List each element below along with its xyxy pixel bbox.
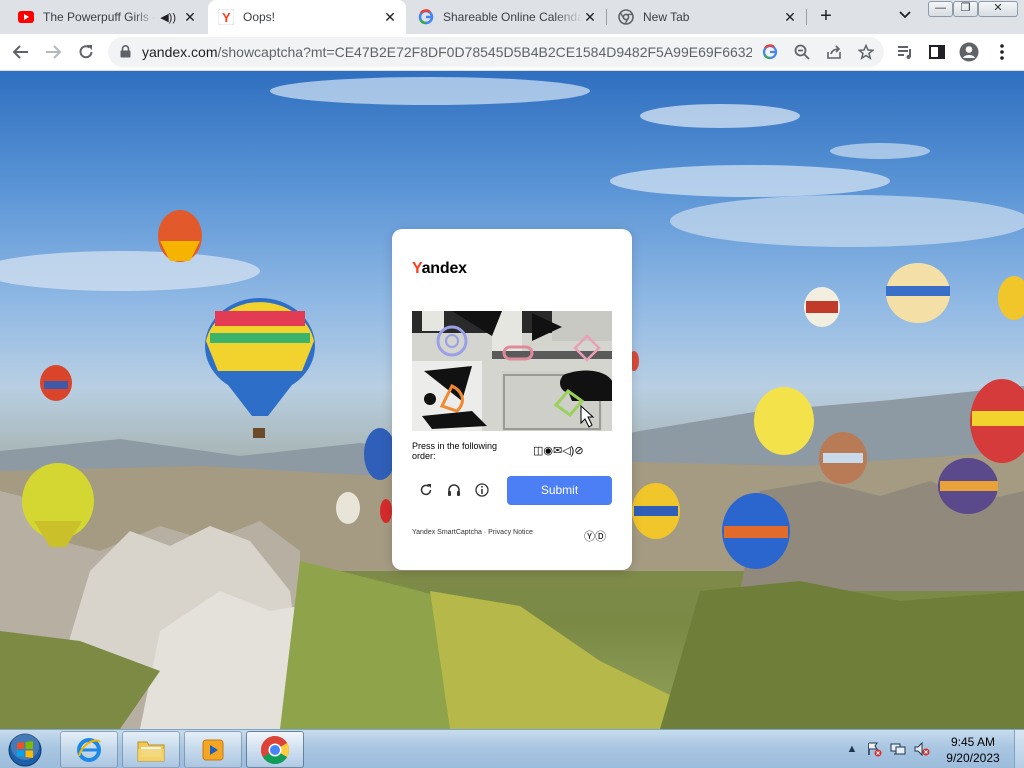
captcha-puzzle-image[interactable] — [412, 311, 612, 431]
google-icon — [418, 9, 434, 25]
arrow-right-icon — [46, 45, 62, 59]
tab-separator — [606, 9, 607, 25]
tab-search-button[interactable] — [894, 7, 916, 27]
submit-button[interactable]: Submit — [507, 476, 612, 505]
audio-captcha-button[interactable] — [444, 480, 464, 500]
close-window-button[interactable]: ✕ — [978, 1, 1018, 17]
chrome-icon — [618, 9, 634, 25]
yandex-icon: Y — [218, 9, 234, 25]
taskbar-internet-explorer[interactable] — [60, 731, 118, 768]
tab-title: The Powerpuff Girls - — [43, 10, 157, 24]
yandex-badge-icon: ⓎⒹ — [584, 531, 606, 543]
close-tab-icon[interactable]: ✕ — [182, 9, 198, 25]
avatar-icon — [959, 42, 979, 62]
chevron-down-icon — [899, 11, 911, 19]
taskbar-media-player[interactable] — [184, 731, 242, 768]
lock-icon[interactable] — [120, 45, 131, 63]
reload-button[interactable] — [74, 40, 98, 64]
volume-muted-icon[interactable] — [914, 741, 930, 757]
taskbar-clock[interactable]: 9:45 AM 9/20/2023 — [936, 734, 1010, 766]
side-panel-icon — [929, 45, 945, 59]
internet-explorer-icon — [77, 737, 101, 762]
url-path: /showcaptcha?mt=CE47B2E72F8DF0D78545D5B4… — [217, 44, 752, 60]
action-center-icon[interactable] — [866, 741, 882, 757]
media-control-button[interactable] — [893, 40, 917, 64]
tab-oops[interactable]: Y Oops! ✕ — [208, 0, 406, 34]
clock-time: 9:45 AM — [950, 735, 996, 749]
menu-button[interactable] — [990, 40, 1014, 64]
tab-separator — [806, 9, 807, 25]
tab-title: Oops! — [243, 10, 276, 24]
restore-button[interactable]: ❐ — [953, 1, 978, 17]
network-icon[interactable] — [890, 741, 906, 757]
refresh-icon — [420, 484, 432, 496]
close-tab-icon[interactable]: ✕ — [382, 9, 398, 25]
info-captcha-button[interactable] — [472, 480, 492, 500]
browser-toolbar: yandex.com/showcaptcha?mt=CE47B2E72F8DF0… — [0, 34, 1024, 71]
captcha-card: Yandex Press in the following order: ◫◉✉… — [392, 229, 632, 570]
captcha-order-icons: ◫◉✉◁)⊘ — [533, 445, 584, 457]
url-text[interactable]: yandex.com/showcaptcha?mt=CE47B2E72F8DF0… — [142, 44, 752, 60]
profile-button[interactable] — [957, 40, 981, 64]
new-tab-button[interactable]: + — [814, 5, 838, 29]
tab-strip: The Powerpuff Girls - ◀)) ✕ Y Oops! ✕ Sh… — [0, 0, 1024, 34]
reload-icon — [79, 45, 93, 59]
start-button[interactable] — [4, 732, 46, 768]
speaker-icon[interactable]: ◀)) — [160, 11, 176, 24]
forward-button[interactable] — [41, 40, 65, 64]
media-player-icon — [202, 739, 224, 760]
svg-text:Y: Y — [222, 10, 231, 25]
playlist-icon — [898, 46, 911, 59]
page-content: Yandex Press in the following order: ◫◉✉… — [0, 71, 1024, 729]
windows-orb-icon — [8, 733, 42, 767]
google-lens-icon[interactable] — [762, 44, 778, 65]
arrow-left-icon — [12, 45, 28, 59]
tab-powerpuff[interactable]: The Powerpuff Girls - ◀)) ✕ — [8, 0, 206, 34]
show-desktop-button[interactable] — [1014, 730, 1024, 768]
info-icon — [475, 483, 489, 497]
captcha-instruction: Press in the following order: — [412, 441, 498, 461]
close-tab-icon[interactable]: ✕ — [782, 9, 798, 25]
back-button[interactable] — [9, 40, 33, 64]
tab-calendar[interactable]: Shareable Online Calendar ✕ — [408, 0, 606, 34]
captcha-picture — [412, 311, 612, 431]
side-panel-button[interactable] — [925, 40, 949, 64]
clock-date: 9/20/2023 — [946, 751, 1000, 765]
tab-title: Shareable Online Calendar — [443, 10, 582, 24]
zoom-icon[interactable] — [794, 44, 810, 65]
tray-expand-icon[interactable]: ▲ — [844, 741, 860, 757]
tab-title: New Tab — [643, 10, 690, 24]
refresh-captcha-button[interactable] — [416, 480, 436, 500]
youtube-icon — [18, 9, 34, 25]
minimize-button[interactable]: — — [928, 1, 953, 17]
taskbar-chrome[interactable] — [246, 731, 304, 768]
folder-icon — [137, 741, 165, 761]
captcha-footer[interactable]: Yandex SmartCaptcha · Privacy Notice — [412, 529, 533, 536]
url-host: yandex.com — [142, 44, 218, 60]
share-icon[interactable] — [826, 44, 842, 65]
tab-newtab[interactable]: New Tab ✕ — [608, 0, 806, 34]
address-bar[interactable]: yandex.com/showcaptcha?mt=CE47B2E72F8DF0… — [108, 37, 884, 67]
bookmark-star-icon[interactable] — [857, 43, 875, 65]
yandex-logo: Yandex — [412, 260, 467, 277]
close-tab-icon[interactable]: ✕ — [582, 9, 598, 25]
taskbar-file-explorer[interactable] — [122, 731, 180, 768]
windows-taskbar: ▲ 9:45 AM 9/20/2023 — [0, 729, 1024, 768]
headphones-icon — [448, 484, 460, 496]
kebab-menu-icon — [1000, 44, 1004, 60]
chrome-icon — [261, 735, 289, 764]
